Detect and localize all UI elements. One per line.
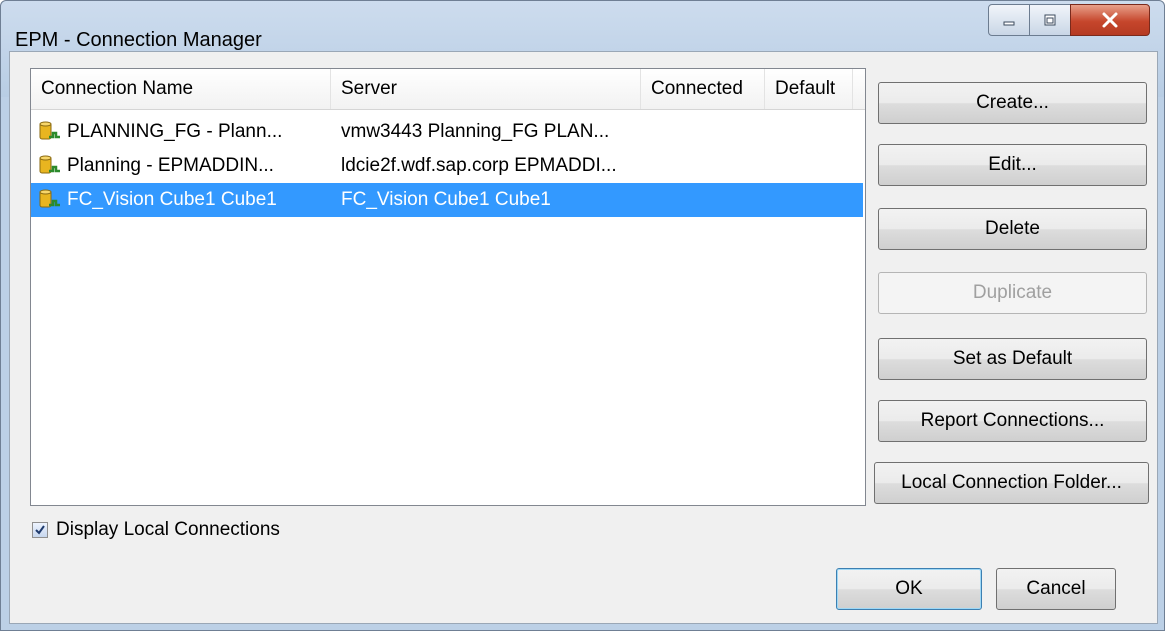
set-as-default-button[interactable]: Set as Default — [878, 338, 1147, 380]
connection-name: PLANNING_FG - Plann... — [67, 121, 283, 142]
connection-list[interactable]: Connection Name Server Connected Default… — [30, 68, 866, 506]
minimize-icon — [1003, 21, 1015, 26]
cancel-button-label: Cancel — [1026, 578, 1086, 599]
connection-server: ldcie2f.wdf.sap.corp EPMADDI... — [341, 155, 617, 176]
maximize-icon — [1044, 14, 1056, 26]
local-connection-folder-button[interactable]: Local Connection Folder... — [874, 462, 1149, 504]
connection-server: vmw3443 Planning_FG PLAN... — [341, 121, 610, 142]
maximize-button[interactable] — [1029, 4, 1071, 36]
window-title: EPM - Connection Manager — [15, 29, 262, 51]
connection-server: FC_Vision Cube1 Cube1 — [341, 189, 551, 210]
column-connected[interactable]: Connected — [641, 69, 765, 109]
delete-button[interactable]: Delete — [878, 208, 1147, 250]
close-button[interactable] — [1070, 4, 1150, 36]
table-row-selected[interactable]: FC_Vision Cube1 Cube1 FC_Vision Cube1 Cu… — [31, 183, 863, 217]
duplicate-button[interactable]: Duplicate — [878, 272, 1147, 314]
column-server[interactable]: Server — [331, 69, 641, 109]
edit-button[interactable]: Edit... — [878, 144, 1147, 186]
ok-button-label: OK — [895, 578, 923, 599]
ok-button[interactable]: OK — [836, 568, 982, 610]
connection-manager-window: EPM - Connection Manager Connection Name… — [0, 0, 1165, 631]
display-local-label: Display Local Connections — [56, 519, 280, 540]
table-row[interactable]: PLANNING_FG - Plann... vmw3443 Planning_… — [31, 115, 863, 149]
checkmark-icon — [35, 525, 45, 535]
caption-buttons — [988, 4, 1150, 38]
create-button[interactable]: Create... — [878, 82, 1147, 124]
list-header: Connection Name Server Connected Default — [31, 69, 865, 110]
column-connection-name[interactable]: Connection Name — [31, 69, 331, 109]
close-icon — [1102, 12, 1118, 28]
database-connection-icon — [39, 121, 60, 140]
report-connections-button-label: Report Connections... — [920, 410, 1105, 431]
table-row[interactable]: Planning - EPMADDIN... ldcie2f.wdf.sap.c… — [31, 149, 863, 183]
duplicate-button-label: Duplicate — [972, 282, 1053, 303]
cancel-button[interactable]: Cancel — [996, 568, 1116, 610]
connection-name: Planning - EPMADDIN... — [67, 155, 274, 176]
report-connections-button[interactable]: Report Connections... — [878, 400, 1147, 442]
dialog-client-area: Connection Name Server Connected Default… — [9, 51, 1158, 624]
column-default[interactable]: Default — [765, 69, 853, 109]
delete-button-label: Delete — [985, 218, 1040, 239]
database-connection-icon — [39, 189, 60, 208]
connection-name: FC_Vision Cube1 Cube1 — [67, 189, 277, 210]
edit-button-label: Edit... — [988, 154, 1037, 175]
local-connection-folder-button-label: Local Connection Folder... — [901, 472, 1122, 493]
display-local-connections-toggle[interactable]: Display Local Connections — [32, 518, 280, 542]
display-local-checkbox[interactable] — [32, 522, 48, 538]
set-as-default-button-label: Set as Default — [952, 348, 1073, 369]
create-button-label: Create... — [976, 92, 1049, 113]
database-connection-icon — [39, 155, 60, 174]
minimize-button[interactable] — [988, 4, 1030, 36]
